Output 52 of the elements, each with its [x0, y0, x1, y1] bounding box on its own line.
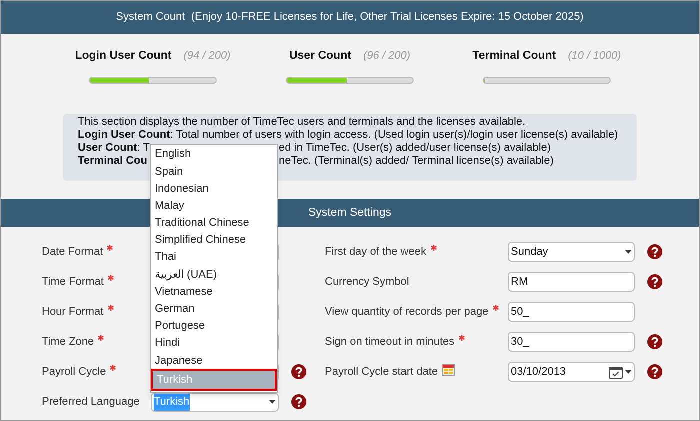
- help-icon[interactable]: [647, 244, 663, 260]
- field-label: First day of the week: [325, 245, 426, 260]
- help-icon[interactable]: [647, 334, 663, 350]
- field-label: Preferred Language: [42, 395, 140, 410]
- dropdown-option[interactable]: Japanese: [151, 352, 277, 370]
- help-icon[interactable]: [291, 394, 307, 410]
- dropdown-option[interactable]: العربية (UAE): [151, 266, 277, 284]
- field-label: Payroll Cycle start date: [325, 365, 438, 380]
- info-text: This section displays the number of TimeTec users and terminals and the licenses available.: [78, 116, 526, 130]
- date-field[interactable]: 03/10/2013: [508, 362, 635, 382]
- info-text: Login User Count: Total number of users with login access. (Used login user(s)/login user license(s) available): [78, 129, 618, 142]
- dropdown-option[interactable]: Simplified Chinese: [151, 232, 277, 250]
- info-text: ed in TimeTec. (User(s) added/user license(s) available): [279, 142, 552, 156]
- field-label: Date Format: [42, 245, 104, 260]
- select-value: Turkish: [154, 394, 190, 410]
- count-reading: (94 / 200): [184, 49, 231, 64]
- info-text: neTec. (Terminal(s) added/ Terminal license(s) available): [279, 155, 554, 168]
- dropdown-option[interactable]: Malay: [151, 198, 277, 215]
- select-field[interactable]: Sunday: [508, 242, 635, 262]
- caret-icon: [269, 400, 276, 404]
- count-label: Login User Count: [75, 49, 172, 64]
- input-field[interactable]: RM: [508, 272, 635, 292]
- count-label: User Count: [289, 49, 352, 64]
- dropdown-option[interactable]: English: [151, 146, 277, 164]
- dropdown-option[interactable]: German: [151, 300, 277, 318]
- field-label: Sign on timeout in minutes: [325, 335, 455, 350]
- info-text: Terminal Cou: [78, 155, 148, 168]
- calendar-icon[interactable]: [609, 366, 623, 379]
- section-header: System Count (Enjoy 10-FREE Licenses for Life, Other Trial Licenses Expire: 15 October 2025): [1, 1, 699, 34]
- count-reading: (10 / 1000): [568, 49, 622, 64]
- caret-icon: [625, 250, 632, 254]
- field-label: Time Zone: [42, 335, 94, 350]
- dropdown-option[interactable]: Vietnamese: [151, 284, 277, 301]
- dropdown-option[interactable]: Hindi: [151, 335, 277, 352]
- input-field[interactable]: 30_: [508, 332, 635, 352]
- caret-icon: [625, 370, 632, 374]
- field-label: Time Format: [42, 275, 104, 290]
- count-label: Terminal Count: [472, 49, 556, 64]
- info-text: User Count: T: [78, 142, 150, 156]
- help-icon[interactable]: [291, 364, 307, 380]
- input-field[interactable]: 50_: [508, 302, 635, 322]
- help-icon[interactable]: [647, 274, 663, 290]
- dropdown-option[interactable]: Spain: [151, 163, 277, 180]
- help-icon[interactable]: [647, 364, 663, 380]
- field-label: View quantity of records per page: [325, 305, 489, 320]
- dropdown-option[interactable]: Thai: [151, 249, 277, 266]
- field-label: Currency Symbol: [325, 275, 410, 290]
- field-label: Payroll Cycle: [42, 365, 106, 380]
- dropdown-option[interactable]: Portugese: [151, 318, 277, 336]
- dropdown-option[interactable]: Indonesian: [151, 180, 277, 198]
- field-label: Hour Format: [42, 305, 104, 320]
- count-reading: (96 / 200): [363, 49, 411, 64]
